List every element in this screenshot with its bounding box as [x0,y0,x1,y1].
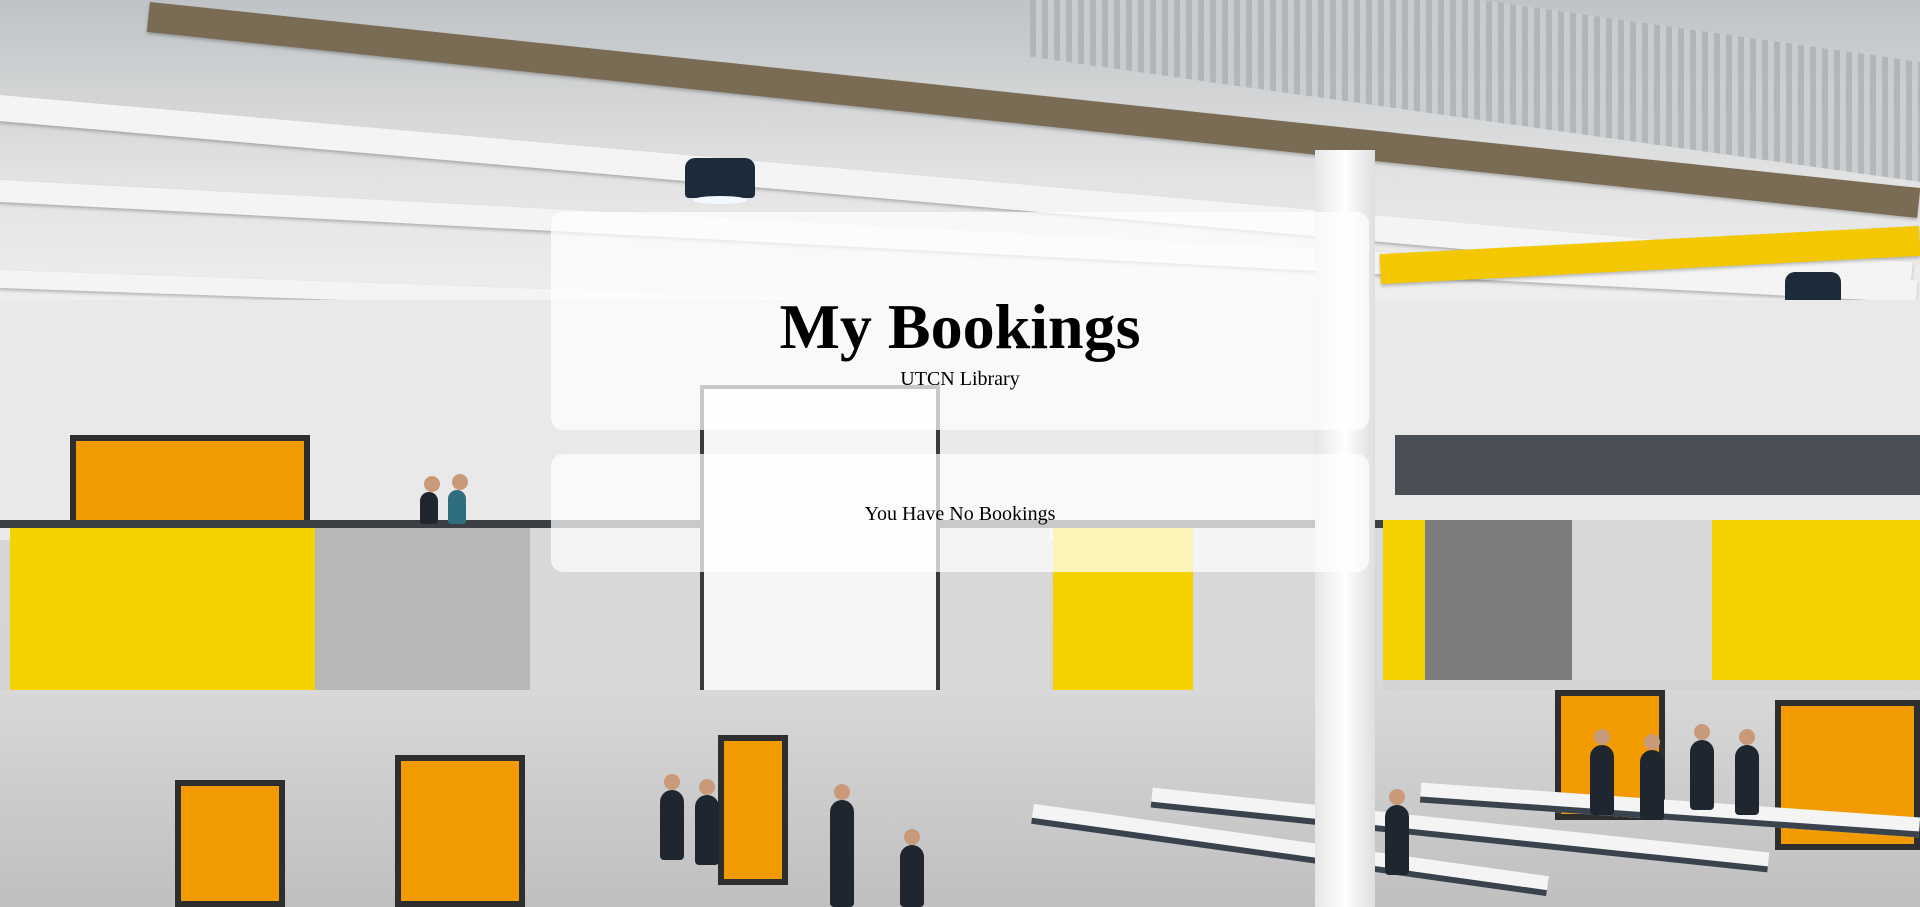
upper-door [70,435,310,530]
header-card: My Bookings UTCN Library [551,212,1369,430]
person [900,829,924,907]
ceiling-lamp [685,158,755,204]
page-title: My Bookings [779,291,1141,362]
empty-bookings-message: You Have No Bookings [864,503,1056,525]
page-subtitle: UTCN Library [900,368,1020,390]
grey-wall-panel [1572,520,1712,680]
person [448,474,468,524]
person [695,779,719,865]
bookings-list: You Have No Bookings [551,454,1369,572]
person [1735,729,1759,815]
person [1690,724,1714,810]
person [660,774,684,860]
lower-door [395,755,525,907]
person [420,476,440,524]
person [1640,734,1664,820]
person [830,784,854,907]
lower-door [718,735,788,885]
yellow-wall-panel [1712,520,1920,680]
lower-door [175,780,285,907]
grey-wall-panel [1425,520,1572,680]
person [1590,729,1614,815]
person [1385,789,1409,875]
display-board [1395,435,1920,495]
